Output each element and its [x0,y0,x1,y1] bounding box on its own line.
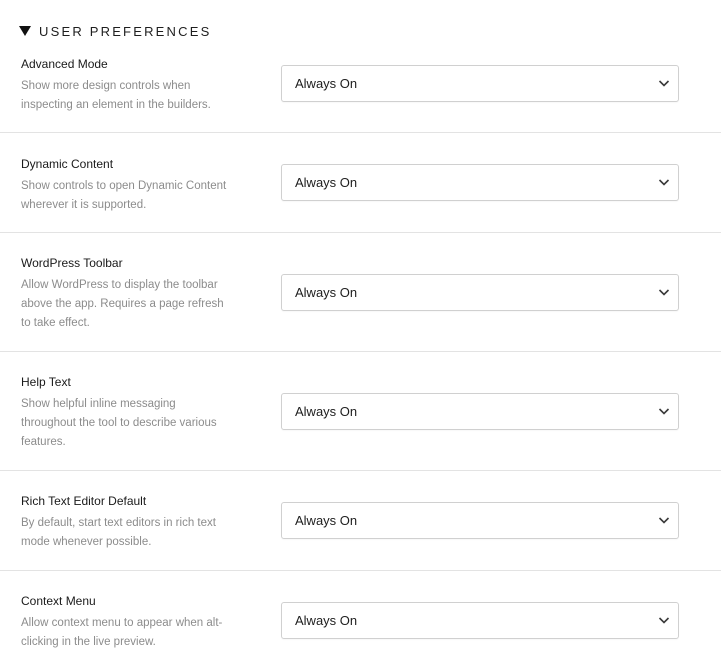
preference-description: Allow WordPress to display the toolbar a… [21,279,224,329]
preference-label: Context Menu [21,594,96,608]
chevron-down-icon [658,179,670,186]
chevron-down-icon [658,80,670,87]
context-menu-select[interactable]: Always On [281,602,679,639]
preference-description: Show more design controls when inspectin… [21,80,211,111]
preference-label: Rich Text Editor Default [21,494,147,508]
wordpress-toolbar-select[interactable]: Always On [281,274,679,311]
preference-advanced-mode: Advanced Mode Show more design controls … [21,57,231,115]
preference-wordpress-toolbar: WordPress Toolbar Allow WordPress to dis… [21,256,231,333]
rich-text-editor-default-select[interactable]: Always On [281,502,679,539]
select-value: Always On [295,404,358,419]
row-divider [0,351,721,352]
preference-label: Help Text [21,375,71,389]
select-value: Always On [295,613,358,628]
preference-context-menu: Context Menu Allow context menu to appea… [21,594,231,652]
dynamic-content-select[interactable]: Always On [281,164,679,201]
preference-help-text: Help Text Show helpful inline messaging … [21,375,231,452]
preference-description: Allow context menu to appear when alt-cl… [21,617,223,648]
caret-down-icon [19,26,31,36]
preference-label: Dynamic Content [21,157,114,171]
section-toggle[interactable]: USER PREFERENCES [19,22,211,40]
chevron-down-icon [658,408,670,415]
help-text-select[interactable]: Always On [281,393,679,430]
preference-label: WordPress Toolbar [21,256,123,270]
chevron-down-icon [658,617,670,624]
preference-description: Show controls to open Dynamic Content wh… [21,180,227,211]
preference-dynamic-content: Dynamic Content Show controls to open Dy… [21,157,231,215]
row-divider [0,570,721,571]
select-value: Always On [295,513,358,528]
preference-description: By default, start text editors in rich t… [21,517,216,548]
chevron-down-icon [658,289,670,296]
preference-description: Show helpful inline messaging throughout… [21,398,217,448]
user-preferences-panel: USER PREFERENCES Advanced Mode Show more… [0,0,721,668]
preference-label: Advanced Mode [21,57,108,71]
select-value: Always On [295,76,358,91]
row-divider [0,470,721,471]
select-value: Always On [295,175,358,190]
row-divider [0,132,721,133]
chevron-down-icon [658,517,670,524]
preference-rich-text-editor-default: Rich Text Editor Default By default, sta… [21,494,231,552]
select-value: Always On [295,285,358,300]
advanced-mode-select[interactable]: Always On [281,65,679,102]
row-divider [0,232,721,233]
section-title: USER PREFERENCES [39,23,212,39]
